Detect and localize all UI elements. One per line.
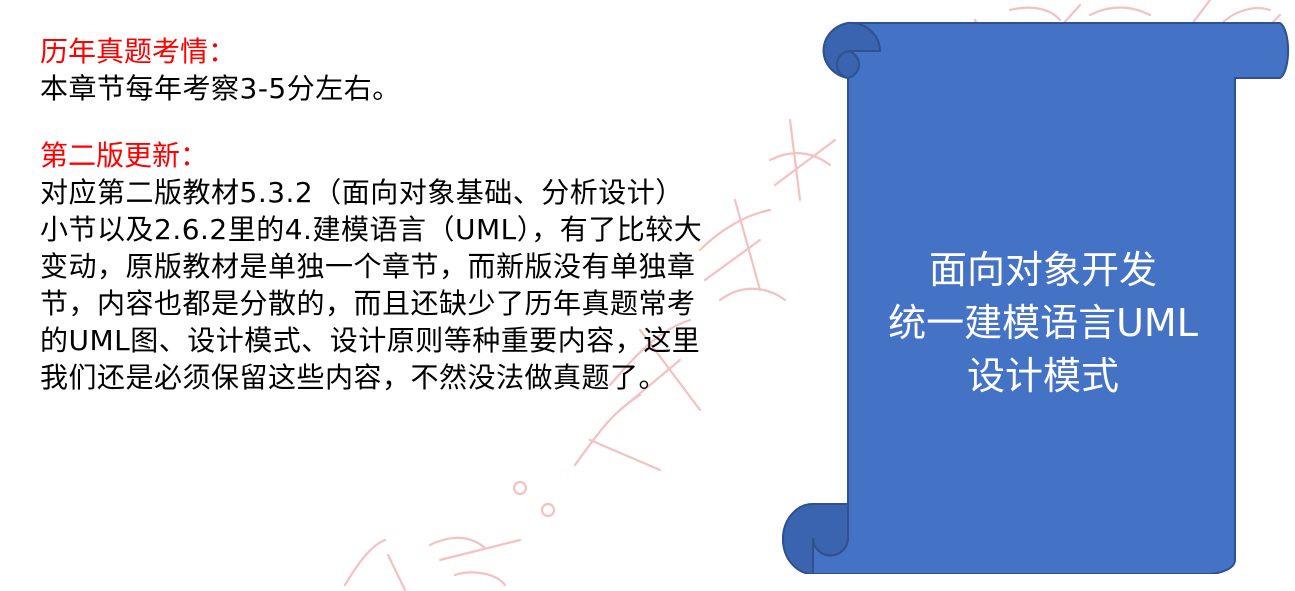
text-block: 历年真题考情： 本章节每年考察3-5分左右。 第二版更新： 对应第二版教材5.3…: [40, 33, 710, 396]
update-body: 对应第二版教材5.3.2（面向对象基础、分析设计）小节以及2.6.2里的4.建模…: [40, 176, 703, 394]
scroll-line-oo-development: 面向对象开发: [928, 248, 1157, 292]
scroll-topics: 面向对象开发 统一建模语言UML 设计模式: [848, 244, 1238, 403]
scroll-line-uml: 统一建模语言UML: [888, 301, 1198, 345]
update-heading: 第二版更新：: [40, 139, 209, 172]
scroll-line-design-patterns: 设计模式: [966, 354, 1119, 398]
exam-history-heading: 历年真题考情：: [40, 35, 237, 68]
slide: 历年真题考情： 本章节每年考察3-5分左右。 第二版更新： 对应第二版教材5.3…: [0, 0, 1295, 591]
exam-history-body: 本章节每年考察3-5分左右。: [40, 72, 401, 105]
